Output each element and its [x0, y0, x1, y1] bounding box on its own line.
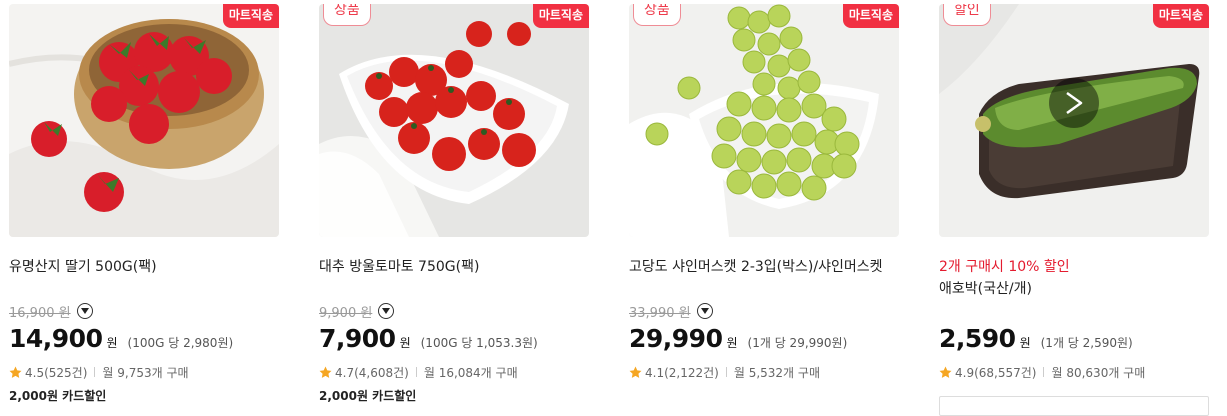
promo-text: 2개 구매시 10% 할인 — [939, 259, 1070, 275]
product-image[interactable]: 상품 마트직송 — [629, 4, 899, 237]
product-card[interactable]: 마트직송 유명산지 딸기 500G(팩) 16,900 원 14,900 원 (… — [9, 0, 281, 407]
rating-text: 4.9(68,557건) — [955, 365, 1037, 380]
product-tag-badge: 상품 — [323, 4, 371, 26]
price-row: 29,990 원 (1개 당 29,990원) — [629, 324, 847, 356]
video-play-button[interactable] — [1049, 78, 1099, 128]
product-card[interactable]: 상품 마트직송 고당도 샤인머스캣 2-3입(박스)/샤인머스켓 33,990 … — [629, 0, 901, 407]
divider — [415, 367, 417, 377]
star-icon — [9, 366, 22, 378]
product-tag-badge: 할인 — [943, 4, 991, 26]
currency-label: 원 — [726, 336, 738, 350]
product-name[interactable]: 대추 방울토마토 750G(팩) — [319, 256, 479, 276]
unit-price: (1개 당 2,590원) — [1040, 336, 1133, 350]
unit-price: (100G 당 2,980원) — [127, 336, 234, 350]
rating-row: 4.5(525건) 월 9,753개 구매 — [9, 364, 189, 380]
product-name[interactable]: 고당도 샤인머스캣 2-3입(박스)/샤인머스켓 — [629, 256, 883, 276]
play-icon — [1066, 91, 1083, 115]
product-name[interactable]: 유명산지 딸기 500G(팩) — [9, 256, 157, 276]
divider — [1043, 367, 1045, 377]
currency-label: 원 — [399, 336, 411, 350]
star-icon — [629, 366, 642, 378]
sale-price: 7,900 — [319, 324, 396, 353]
chevron-down-icon — [700, 308, 709, 314]
product-image[interactable]: 마트직송 — [9, 4, 279, 237]
sale-price: 14,900 — [9, 324, 103, 353]
product-card[interactable]: 할인 마트직송 2개 구매시 10% 할인 애호박(국산/개) 2,590 원 … — [939, 0, 1211, 416]
cherry-tomato-image — [319, 4, 589, 237]
card-discount: 2,000원 카드할인 — [319, 389, 417, 403]
divider — [94, 367, 96, 377]
price-row: 7,900 원 (100G 당 1,053.3원) — [319, 324, 538, 356]
price-detail-toggle[interactable] — [76, 303, 93, 319]
monthly-sales: 월 5,532개 구매 — [733, 365, 820, 380]
monthly-sales: 월 9,753개 구매 — [102, 365, 189, 380]
add-to-cart-button[interactable] — [939, 396, 1209, 416]
mart-direct-badge: 마트직송 — [1152, 4, 1209, 28]
star-icon — [939, 366, 952, 378]
original-price: 16,900 원 — [9, 305, 71, 321]
star-icon — [319, 366, 332, 378]
original-price: 33,990 원 — [629, 305, 691, 321]
unit-price: (100G 당 1,053.3원) — [420, 336, 538, 350]
product-card[interactable]: 상품 마트직송 대추 방울토마토 750G(팩) 9,900 원 7,900 원… — [319, 0, 591, 407]
product-image[interactable]: 할인 마트직송 — [939, 4, 1209, 237]
rating-text: 4.7(4,608건) — [335, 365, 409, 380]
currency-label: 원 — [1019, 336, 1031, 350]
sale-price: 29,990 — [629, 324, 723, 353]
price-row: 14,900 원 (100G 당 2,980원) — [9, 324, 233, 356]
mart-direct-badge: 마트직송 — [532, 4, 589, 28]
product-image[interactable]: 상품 마트직송 — [319, 4, 589, 237]
price-detail-toggle[interactable] — [378, 303, 395, 319]
rating-text: 4.5(525건) — [25, 365, 88, 380]
rating-text: 4.1(2,122건) — [645, 365, 719, 380]
product-name[interactable]: 애호박(국산/개) — [939, 278, 1032, 298]
original-price-row: 9,900 원 — [319, 302, 395, 321]
monthly-sales: 월 80,630개 구매 — [1051, 365, 1146, 380]
original-price-row: 33,990 원 — [629, 302, 713, 321]
mart-direct-badge: 마트직송 — [842, 4, 899, 28]
rating-row: 4.7(4,608건) 월 16,084개 구매 — [319, 364, 518, 380]
card-discount: 2,000원 카드할인 — [9, 389, 107, 403]
original-price-row: 16,900 원 — [9, 302, 93, 321]
monthly-sales: 월 16,084개 구매 — [423, 365, 518, 380]
chevron-down-icon — [382, 308, 391, 314]
sale-price: 2,590 — [939, 324, 1016, 353]
divider — [725, 367, 727, 377]
price-row: 2,590 원 (1개 당 2,590원) — [939, 324, 1133, 356]
currency-label: 원 — [106, 336, 118, 350]
chevron-down-icon — [80, 308, 89, 314]
price-detail-toggle[interactable] — [696, 303, 713, 319]
rating-row: 4.1(2,122건) 월 5,532개 구매 — [629, 364, 820, 380]
unit-price: (1개 당 29,990원) — [747, 336, 848, 350]
shine-muscat-image — [629, 4, 899, 237]
product-tag-badge: 상품 — [633, 4, 681, 26]
rating-row: 4.9(68,557건) 월 80,630개 구매 — [939, 364, 1145, 380]
strawberry-image — [9, 4, 279, 237]
mart-direct-badge: 마트직송 — [222, 4, 279, 28]
original-price: 9,900 원 — [319, 305, 373, 321]
